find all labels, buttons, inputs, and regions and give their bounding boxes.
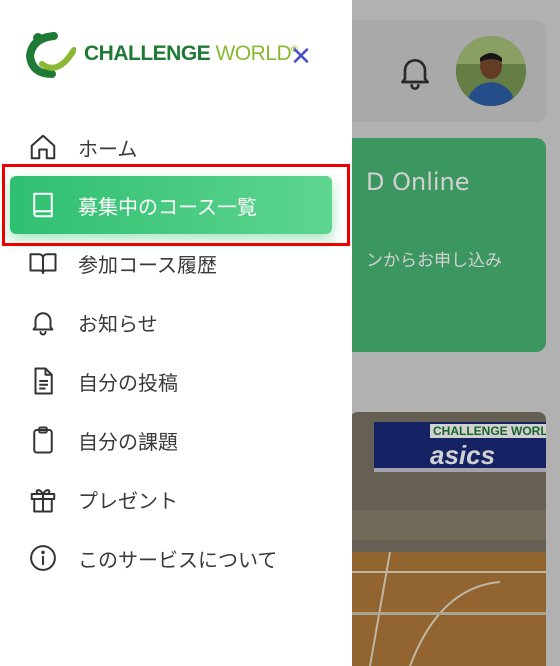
menu-item-my-tasks[interactable]: 自分の課題 [0,411,352,469]
menu-item-course-list[interactable]: 募集中のコース一覧 [0,176,352,234]
document-icon [28,366,58,396]
menu-item-label: プレゼント [78,488,178,513]
home-icon [28,132,58,162]
logo-text: CHALLENGE WORLD® [84,42,298,66]
menu-item-label: ホーム [78,136,138,161]
navigation-drawer: CHALLENGE WORLD® ✕ ホーム 募集中のコース一覧 参加コース履歴… [0,0,352,666]
menu-item-label: 参加コース履歴 [78,252,217,277]
open-book-icon [28,248,58,278]
menu-item-label: 自分の投稿 [78,370,178,395]
menu-item-my-posts[interactable]: 自分の投稿 [0,352,352,410]
logo-world: WORLD [210,42,292,65]
info-icon [28,543,58,573]
gift-icon [28,484,58,514]
clipboard-icon [28,425,58,455]
logo-mark-icon [25,32,76,78]
menu-item-label: 募集中のコース一覧 [78,194,257,219]
menu-item-present[interactable]: プレゼント [0,470,352,528]
menu-item-label: 自分の課題 [78,429,178,454]
menu-item-label: お知らせ [78,311,158,336]
bell-icon [28,307,58,337]
challenge-world-logo[interactable]: CHALLENGE WORLD® [24,30,298,80]
close-button[interactable]: ✕ [284,40,318,74]
menu-item-home[interactable]: ホーム [0,118,352,176]
menu-item-label: このサービスについて [78,547,278,572]
menu-item-history[interactable]: 参加コース履歴 [0,234,352,292]
logo-challenge: CHALLENGE [84,42,211,65]
book-icon [28,190,58,220]
menu-item-about[interactable]: このサービスについて [0,529,352,587]
menu-item-notifications[interactable]: お知らせ [0,293,352,351]
